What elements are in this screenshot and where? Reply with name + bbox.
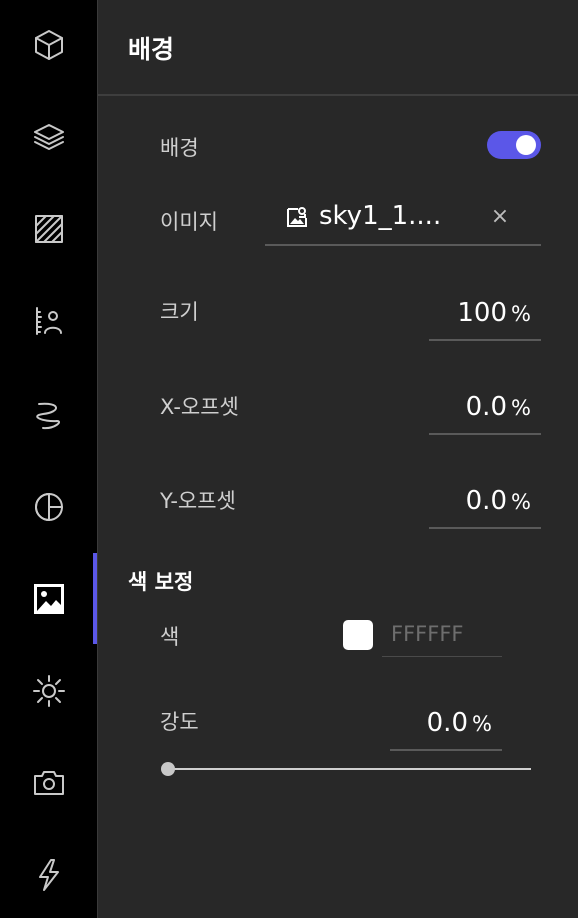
sidebar-item-effects[interactable]: [0, 840, 97, 910]
background-label: 배경: [160, 136, 199, 160]
clear-image-button[interactable]: ×: [488, 204, 512, 232]
y-offset-input[interactable]: 0.0 %: [429, 481, 541, 529]
y-offset-value: 0.0: [465, 486, 507, 516]
intensity-input[interactable]: 0.0 %: [390, 703, 502, 751]
sidebar-item-background[interactable]: [0, 564, 97, 634]
color-label: 색: [160, 625, 180, 649]
image-label: 이미지: [160, 210, 218, 234]
sidebar-item-environment[interactable]: [0, 472, 97, 542]
slider-track: [167, 768, 531, 770]
sidebar-item-lighting[interactable]: [0, 656, 97, 726]
sidebar-item-layers[interactable]: [0, 102, 97, 172]
sidebar: [0, 0, 97, 918]
sidebar-item-camera[interactable]: [0, 748, 97, 818]
background-toggle[interactable]: [487, 131, 541, 159]
color-hex-value: FFFFFF: [391, 622, 464, 646]
sidebar-item-object[interactable]: [0, 10, 97, 80]
intensity-slider[interactable]: [161, 759, 531, 779]
intensity-value: 0.0: [426, 708, 468, 738]
color-swatch[interactable]: [343, 620, 373, 650]
layers-icon: [33, 124, 64, 150]
color-hex-input[interactable]: FFFFFF: [382, 613, 502, 657]
lightning-icon: [38, 859, 59, 891]
y-offset-label: Y-오프셋: [160, 489, 236, 513]
color-correction-section-title: 색 보정: [128, 570, 194, 594]
squiggle-icon: [35, 402, 60, 430]
toggle-knob: [516, 135, 536, 155]
cube-icon: [34, 30, 63, 60]
image-icon: [33, 584, 64, 614]
slider-thumb[interactable]: [161, 762, 175, 776]
sidebar-item-human-scale[interactable]: [0, 286, 97, 356]
sun-icon: [32, 675, 65, 707]
x-offset-input[interactable]: 0.0 %: [429, 387, 541, 435]
intensity-unit: %: [472, 712, 492, 736]
image-file-icon: [287, 207, 307, 227]
intensity-label: 강도: [160, 710, 199, 734]
sidebar-item-material[interactable]: [0, 194, 97, 264]
panel-header: 배경: [98, 0, 578, 96]
settings-panel: 배경 배경 이미지 sky1_1.... × 크기 100 % X-오프셋 0.…: [97, 0, 578, 918]
y-offset-unit: %: [511, 490, 531, 514]
size-unit: %: [511, 302, 531, 326]
person-ruler-icon: [35, 307, 62, 335]
camera-icon: [33, 771, 64, 795]
sidebar-item-path[interactable]: [0, 380, 97, 450]
size-value: 100: [457, 298, 507, 328]
panel-title: 배경: [128, 35, 175, 64]
size-label: 크기: [160, 300, 199, 324]
hatch-pattern-icon: [34, 215, 63, 243]
x-offset-unit: %: [511, 396, 531, 420]
x-offset-label: X-오프셋: [160, 395, 239, 419]
x-offset-value: 0.0: [465, 392, 507, 422]
size-input[interactable]: 100 %: [429, 293, 541, 341]
image-filename: sky1_1....: [319, 201, 442, 231]
globe-half-icon: [34, 492, 63, 522]
